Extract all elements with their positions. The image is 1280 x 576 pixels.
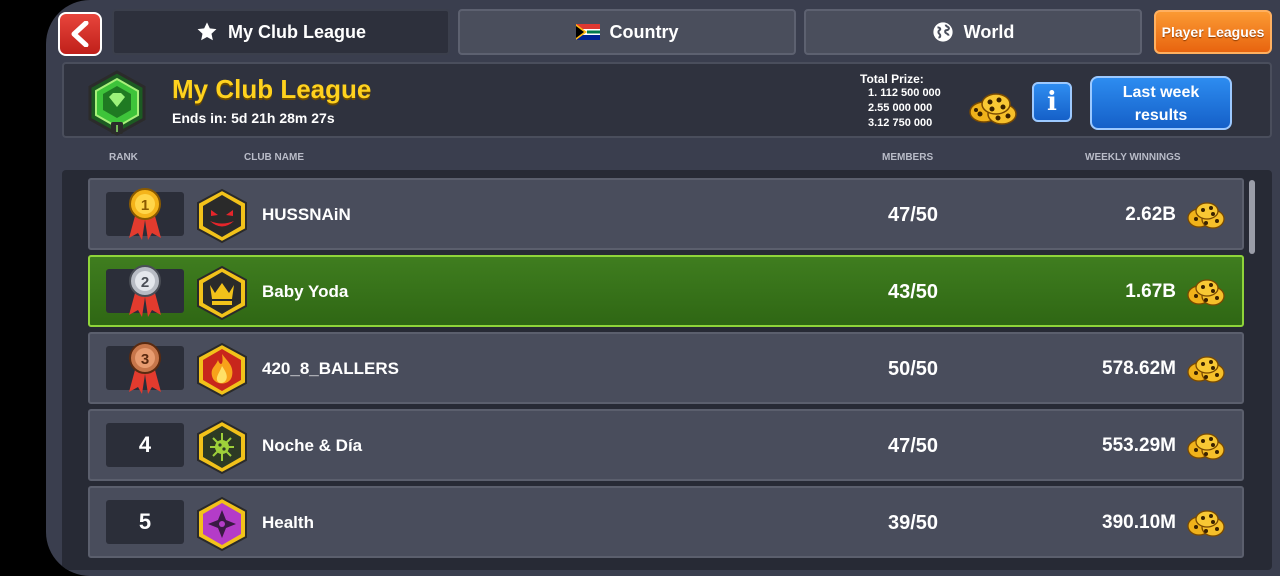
leaderboard-table[interactable]: 1 HUSSNAiN 47/50 2.62B 2 Baby Yoda 43/50… [62,170,1272,570]
svg-text:I: I [116,124,119,135]
league-header: I My Club League Ends in: 5d 21h 28m 27s… [62,62,1272,138]
table-row[interactable]: 3 420_8_BALLERS 50/50 578.62M [88,332,1244,404]
bronze-medal-icon: 3 [129,342,161,394]
column-header-rank: RANK [109,152,138,163]
last-week-label-line2: results [1134,107,1188,124]
star-icon [197,22,217,41]
tab-world[interactable]: World [804,9,1142,55]
weekly-winnings: 390.10M [1102,512,1176,533]
rank-cell: 2 [106,265,184,317]
column-header-members: MEMBERS [882,152,934,163]
south-africa-flag-icon [575,24,600,40]
player-leagues-button[interactable]: Player Leagues [1154,10,1272,54]
devil-face-badge-icon [197,188,247,244]
table-row[interactable]: 2 Baby Yoda 43/50 1.67B [88,255,1244,327]
member-count: 43/50 [888,281,939,303]
table-row[interactable]: 1 HUSSNAiN 47/50 2.62B [88,178,1244,250]
back-button[interactable] [58,12,102,56]
rank-cell: 1 [106,188,184,240]
emerald-league-badge-icon: I [88,70,146,136]
member-count: 47/50 [888,204,939,226]
rank-cell: 3 [106,342,184,394]
coin-stack-icon [1187,279,1225,306]
member-count: 50/50 [888,358,939,380]
shuriken-badge-icon [197,496,247,552]
gold-medal-icon: 1 [129,188,161,240]
medal-rank-number: 2 [141,274,149,291]
table-row[interactable]: 5 Health 39/50 390.10M [88,486,1244,558]
club-name: HUSSNAiN [262,205,351,224]
coin-stack-icon [1187,202,1225,229]
tab-label: My Club League [227,21,366,42]
club-name: Noche & Día [262,436,363,455]
last-week-label-line1: Last week [1122,84,1200,101]
column-header-club-name: CLUB NAME [244,152,304,163]
last-week-results-button[interactable]: Last week results [1090,76,1232,130]
weekly-winnings: 1.67B [1125,281,1176,302]
silver-medal-icon: 2 [129,265,161,317]
prize-third: 3.12 750 000 [868,117,933,129]
club-name: Baby Yoda [262,282,349,301]
scrollbar-thumb[interactable] [1249,180,1255,254]
tab-label: World [963,21,1015,42]
tab-label: Country [609,21,679,42]
medal-rank-number: 1 [141,197,149,214]
coin-stack-icon [1187,356,1225,383]
coin-stack-icon [1187,510,1225,537]
league-title: My Club League [172,74,372,104]
total-prize-title: Total Prize: [860,72,924,86]
coin-stack-icon [969,93,1017,125]
weekly-winnings: 2.62B [1125,204,1176,225]
member-count: 47/50 [888,435,939,457]
medal-rank-number: 3 [141,351,149,368]
member-count: 39/50 [888,512,939,534]
flame-badge-icon [197,342,247,398]
prize-second: 2.55 000 000 [868,102,933,114]
info-button[interactable]: i [1032,82,1072,122]
table-row[interactable]: 4 Noche & Día 47/50 553.29M [88,409,1244,481]
tab-country[interactable]: Country [458,9,796,55]
weekly-winnings: 578.62M [1102,358,1176,379]
globe-icon [933,22,953,42]
club-name: Health [262,513,314,532]
rank-cell: 4 [106,423,184,467]
total-prize: Total Prize: 1. 112 500 000 2.55 000 000… [860,72,941,131]
ends-in-timer: Ends in: 5d 21h 28m 27s [172,110,335,126]
weekly-winnings: 553.29M [1102,435,1176,456]
crown-badge-icon [197,265,247,321]
tab-my-club-league[interactable]: My Club League [112,9,450,55]
coin-stack-icon [1187,433,1225,460]
virus-badge-icon [197,419,247,475]
column-header-weekly-winnings: WEEKLY WINNINGS [1085,152,1181,163]
rank-cell: 5 [106,500,184,544]
back-arrow-icon [71,21,89,47]
prize-first: 1. 112 500 000 [868,87,941,99]
league-screen: My Club League Country World Player Leag… [46,0,1280,576]
club-name: 420_8_BALLERS [262,359,400,378]
